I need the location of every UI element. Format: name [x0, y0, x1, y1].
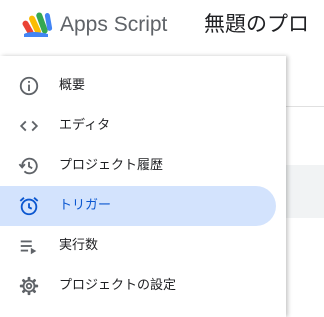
- code-icon: [19, 120, 39, 132]
- alarm-clock-icon: [19, 197, 39, 216]
- nav-item-project-history[interactable]: プロジェクト履歴: [0, 146, 276, 186]
- nav-item-label: プロジェクト履歴: [59, 158, 164, 173]
- nav-item-label: トリガー: [59, 198, 112, 213]
- nav-item-executions[interactable]: 実行数: [0, 226, 276, 266]
- divider: [286, 106, 324, 107]
- nav-item-label: エディタ: [59, 118, 111, 133]
- nav-drawer: 概要 エディタ プロジェクト履歴 トリガー 実行数 プロジェクトの設定: [0, 56, 286, 317]
- gear-icon: [19, 276, 39, 296]
- apps-script-logo-icon[interactable]: [22, 10, 56, 38]
- info-icon: [19, 76, 39, 96]
- nav-item-project-settings[interactable]: プロジェクトの設定: [0, 266, 276, 306]
- nav-item-label: プロジェクトの設定: [59, 278, 177, 293]
- nav-item-triggers[interactable]: トリガー: [0, 186, 276, 226]
- nav-item-overview[interactable]: 概要: [0, 66, 276, 106]
- project-title[interactable]: 無題のプロ: [204, 10, 309, 38]
- nav-item-label: 概要: [59, 78, 86, 93]
- toolbar-band: [286, 165, 324, 218]
- top-bar: Apps Script 無題のプロ: [0, 0, 324, 50]
- editor-background: [286, 50, 324, 317]
- app-window: Apps Script 無題のプロ 概要 エディタ プロジェクト履歴 トリガー …: [0, 0, 324, 317]
- app-name[interactable]: Apps Script: [60, 11, 167, 39]
- history-icon: [18, 157, 38, 175]
- nav-item-editor[interactable]: エディタ: [0, 106, 276, 146]
- nav-item-label: 実行数: [59, 238, 99, 253]
- executions-icon: [20, 240, 37, 255]
